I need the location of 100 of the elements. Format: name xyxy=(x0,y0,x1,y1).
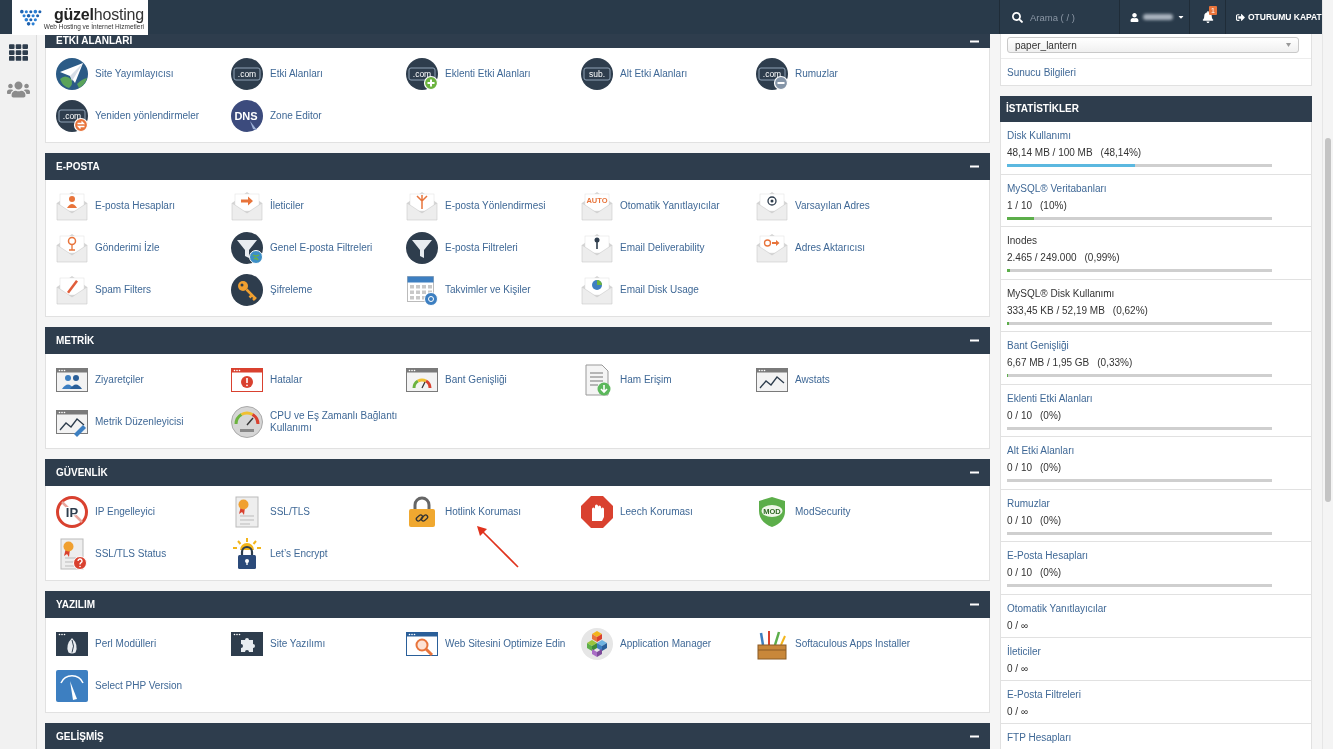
tool-link[interactable]: Web Sitesini Optimize Edin xyxy=(445,637,566,651)
theme-select[interactable]: paper_lantern xyxy=(1007,37,1299,53)
envelope-pen-icon[interactable] xyxy=(55,273,89,307)
tool-link[interactable]: Site Yayımlayıcısı xyxy=(95,67,174,81)
dns-icon[interactable]: DNS xyxy=(230,99,264,133)
tool-link[interactable]: Site Yazılımı xyxy=(270,637,326,651)
tool-link[interactable]: E-posta Hesapları xyxy=(95,199,176,213)
funnel-icon[interactable] xyxy=(405,231,439,265)
tool-link[interactable]: Email Disk Usage xyxy=(620,283,699,297)
stat-link[interactable]: Alt Etki Alanları xyxy=(1007,444,1305,458)
tool-link[interactable]: Softaculous Apps Installer xyxy=(795,637,911,651)
envelope-keyhole-icon[interactable] xyxy=(580,231,614,265)
section-header[interactable]: METRİK xyxy=(45,327,990,354)
stat-value: 6,67 MB / 1,95 GB xyxy=(1007,356,1090,370)
stat-link[interactable]: Bant Genişliği xyxy=(1007,339,1305,353)
calendar-icon[interactable] xyxy=(405,273,439,307)
tool-link[interactable]: Application Manager xyxy=(620,637,712,651)
subdomain-icon[interactable]: sub. xyxy=(580,57,614,91)
tool-link[interactable]: Spam Filters xyxy=(95,283,152,297)
tool-link[interactable]: İleticiler xyxy=(270,199,304,213)
section-header[interactable]: ETKİ ALANLARI xyxy=(45,34,990,48)
tool-link[interactable]: Genel E-posta Filtreleri xyxy=(270,241,373,255)
tool-link[interactable]: Zone Editor xyxy=(270,109,322,123)
stat-link[interactable]: FTP Hesapları xyxy=(1007,730,1305,745)
tool-link[interactable]: Perl Modülleri xyxy=(95,637,157,651)
funnel-globe-icon[interactable] xyxy=(230,231,264,265)
tool-link[interactable]: Bant Genişliği xyxy=(445,373,507,387)
padlock-sun-icon[interactable] xyxy=(230,537,264,571)
stat-link[interactable]: Rumuzlar xyxy=(1007,496,1305,511)
stat-link[interactable]: E-Posta Filtreleri xyxy=(1007,687,1305,702)
stat-value: 0 / ∞ xyxy=(1007,618,1029,633)
tool-link[interactable]: Leech Koruması xyxy=(620,505,693,519)
gauge-tile-icon[interactable] xyxy=(55,669,89,703)
stat-link[interactable]: MySQL® Veritabanları xyxy=(1007,181,1305,196)
envelope-ring-arrow-icon[interactable] xyxy=(755,231,789,265)
tool-link[interactable]: Gönderimi İzle xyxy=(95,241,160,255)
search-field[interactable]: Arama ( / ) xyxy=(1030,11,1110,23)
tool-link[interactable]: Alt Etki Alanları xyxy=(620,67,688,81)
tool-link[interactable]: Ham Erişim xyxy=(620,373,672,387)
tool-link[interactable]: Let’s Encrypt xyxy=(270,547,328,561)
stop-hand-icon[interactable] xyxy=(580,495,614,529)
server-info-link[interactable]: Sunucu Bilgileri xyxy=(1007,66,1076,78)
tool-link[interactable]: Eklenti Etki Alanları xyxy=(445,67,531,81)
section-header[interactable]: GELİŞMİŞ xyxy=(45,723,990,749)
tool-link[interactable]: Hotlink Koruması xyxy=(445,505,522,519)
tool-link[interactable]: Yeniden yönlendirmeler xyxy=(95,109,200,123)
tool-link[interactable]: Etki Alanları xyxy=(270,67,323,81)
domain-arrows-icon[interactable]: .com xyxy=(55,99,89,133)
stat-link[interactable]: İleticiler xyxy=(1007,644,1305,659)
tool-link[interactable]: IP Engelleyici xyxy=(95,505,155,519)
stat-label: Inodes xyxy=(1007,234,1039,248)
section-header[interactable]: E-POSTA xyxy=(45,153,990,180)
tool-link[interactable]: E-posta Filtreleri xyxy=(445,241,518,255)
envelope-arrow-icon[interactable] xyxy=(230,189,264,223)
envelope-ring-icon[interactable] xyxy=(755,189,789,223)
domain-plus-icon[interactable]: .com xyxy=(405,57,439,91)
tool-link[interactable]: CPU ve Eş Zamanlı Bağlantı Kullanımı xyxy=(270,409,402,435)
tool-link[interactable]: Select PHP Version xyxy=(95,679,183,693)
stat-value: 2.465 / 249.000 xyxy=(1007,251,1077,265)
stat-percent: (10%) xyxy=(1040,198,1067,213)
gauge-icon[interactable] xyxy=(230,405,264,439)
caret-icon xyxy=(1286,43,1291,47)
domain-minus-icon[interactable]: .com xyxy=(755,57,789,91)
tool-link[interactable]: ModSecurity xyxy=(795,505,851,519)
users-icon[interactable] xyxy=(6,78,30,101)
stat-link[interactable]: Otomatik Yanıtlayıcılar xyxy=(1007,601,1305,616)
paper-plane-globe-icon[interactable] xyxy=(55,57,89,91)
tool-link[interactable]: E-posta Yönlendirmesi xyxy=(445,199,546,213)
envelope-person-icon[interactable] xyxy=(55,189,89,223)
stat-link[interactable]: Eklenti Etki Alanları xyxy=(1007,391,1305,406)
cubes-icon[interactable] xyxy=(580,627,614,661)
tool-link[interactable]: Takvimler ve Kişiler xyxy=(445,283,531,297)
tool-link[interactable]: Ziyaretçiler xyxy=(95,373,144,387)
section-header[interactable]: GÜVENLİK xyxy=(45,459,990,486)
envelope-pie-chart-icon[interactable] xyxy=(580,273,614,307)
tool-link[interactable]: Email Deliverability xyxy=(620,241,705,255)
logo-dots-icon xyxy=(20,8,42,27)
stat-value: 0 / ∞ xyxy=(1007,704,1029,719)
tool-link[interactable]: SSL/TLS xyxy=(270,505,311,519)
apps-grid-icon[interactable] xyxy=(8,43,28,62)
domain-icon[interactable]: .com xyxy=(230,57,264,91)
stat-label: MySQL® Disk Kullanımı xyxy=(1007,286,1116,301)
tool-link[interactable]: Şifreleme xyxy=(270,283,313,297)
tool-link[interactable]: Rumuzlar xyxy=(795,67,838,81)
tool-link[interactable]: SSL/TLS Status xyxy=(95,547,167,561)
tool-link[interactable]: Otomatik Yanıtlayıcılar xyxy=(620,199,720,213)
stat-link[interactable]: E-Posta Hesapları xyxy=(1007,549,1305,563)
key-icon[interactable] xyxy=(230,273,264,307)
scrollbar-thumb[interactable] xyxy=(1325,138,1331,502)
section-title: ETKİ ALANLARI xyxy=(56,35,133,47)
stat-link[interactable]: Disk Kullanımı xyxy=(1007,129,1305,143)
ip-ban-icon[interactable]: IP xyxy=(55,495,89,529)
tool-link[interactable]: Awstats xyxy=(795,373,830,387)
stat-percent: (0,99%) xyxy=(1084,251,1120,265)
tool-link[interactable]: Metrik Düzenleyicisi xyxy=(95,415,184,429)
tool-link[interactable]: Varsayılan Adres xyxy=(795,199,870,213)
section-header[interactable]: YAZILIM xyxy=(45,591,990,618)
tool-link[interactable]: Hatalar xyxy=(270,373,303,387)
tool-link[interactable]: Adres Aktarıcısı xyxy=(795,241,866,255)
search-icon[interactable] xyxy=(1012,11,1023,23)
